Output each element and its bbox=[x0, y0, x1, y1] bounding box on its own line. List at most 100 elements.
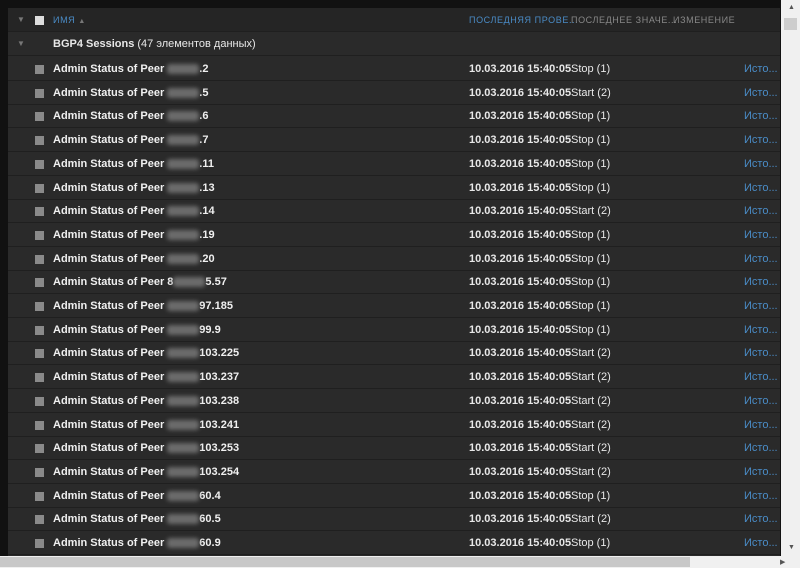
horizontal-scrollbar[interactable]: ▶ bbox=[0, 556, 800, 568]
row-checkbox[interactable] bbox=[35, 112, 44, 122]
row-history-link[interactable]: Исто... bbox=[744, 484, 778, 508]
row-history-link[interactable]: Исто... bbox=[744, 531, 778, 555]
row-history-link[interactable]: Исто... bbox=[744, 507, 778, 531]
row-history-link[interactable]: Исто... bbox=[744, 365, 778, 389]
row-name[interactable]: Admin Status of Peer .5 bbox=[53, 81, 208, 105]
row-name[interactable]: Admin Status of Peer 103.225 bbox=[53, 341, 239, 365]
column-last-check[interactable]: ПОСЛЕДНЯЯ ПРОВЕ... bbox=[469, 8, 578, 32]
table-row[interactable]: Admin Status of Peer .6 10.03.2016 15:40… bbox=[8, 104, 780, 129]
row-name[interactable]: Admin Status of Peer .7 bbox=[53, 128, 208, 152]
table-row[interactable]: Admin Status of Peer .11 10.03.2016 15:4… bbox=[8, 152, 780, 176]
table-row[interactable]: Admin Status of Peer .2 10.03.2016 15:40… bbox=[8, 57, 780, 81]
horizontal-scroll-thumb[interactable] bbox=[0, 557, 690, 567]
row-last-value: Stop (1) bbox=[571, 228, 611, 241]
row-checkbox[interactable] bbox=[35, 515, 44, 525]
row-history-link[interactable]: Исто... bbox=[744, 104, 778, 128]
group-row[interactable]: ▼ BGP4 Sessions (47 элементов данных) bbox=[8, 32, 780, 56]
vertical-scroll-thumb[interactable] bbox=[784, 18, 797, 30]
scroll-right-icon[interactable]: ▶ bbox=[780, 558, 785, 566]
row-name[interactable]: Admin Status of Peer .14 bbox=[53, 199, 215, 223]
table-row[interactable]: Admin Status of Peer 103.254 10.03.2016 … bbox=[8, 460, 780, 484]
table-row[interactable]: Admin Status of Peer 99.9 10.03.2016 15:… bbox=[8, 318, 780, 342]
table-row[interactable]: Admin Status of Peer 103.253 10.03.2016 … bbox=[8, 436, 780, 461]
row-history-link[interactable]: Исто... bbox=[744, 270, 778, 294]
row-history-link[interactable]: Исто... bbox=[744, 460, 778, 484]
row-name[interactable]: Admin Status of Peer 60.5 bbox=[53, 507, 221, 531]
row-name[interactable]: Admin Status of Peer 103.237 bbox=[53, 365, 239, 389]
row-name[interactable]: Admin Status of Peer 8 5.57 bbox=[53, 270, 227, 294]
row-checkbox[interactable] bbox=[35, 396, 44, 406]
row-name[interactable]: Admin Status of Peer .11 bbox=[53, 152, 214, 176]
table-row[interactable]: Admin Status of Peer .14 10.03.2016 15:4… bbox=[8, 199, 780, 224]
row-name[interactable]: Admin Status of Peer 60.4 bbox=[53, 484, 221, 508]
row-history-link[interactable]: Исто... bbox=[744, 81, 778, 105]
table-row[interactable]: Admin Status of Peer 103.237 10.03.2016 … bbox=[8, 365, 780, 390]
row-history-link[interactable]: Исто... bbox=[744, 247, 778, 271]
row-name[interactable]: Admin Status of Peer 103.241 bbox=[53, 413, 239, 437]
row-history-link[interactable]: Исто... bbox=[744, 199, 778, 223]
table-row[interactable]: Admin Status of Peer .20 10.03.2016 15:4… bbox=[8, 247, 780, 271]
table-row[interactable]: Admin Status of Peer 60.4 10.03.2016 15:… bbox=[8, 484, 780, 508]
row-checkbox[interactable] bbox=[35, 325, 44, 335]
row-history-link[interactable]: Исто... bbox=[744, 318, 778, 342]
row-name[interactable]: Admin Status of Peer 103.253 bbox=[53, 436, 239, 460]
row-name[interactable]: Admin Status of Peer 97.185 bbox=[53, 294, 233, 318]
table-row[interactable]: Admin Status of Peer 97.185 10.03.2016 1… bbox=[8, 294, 780, 318]
row-checkbox[interactable] bbox=[35, 230, 44, 240]
row-name[interactable]: Admin Status of Peer 60.9 bbox=[53, 531, 221, 555]
row-name[interactable]: Admin Status of Peer 103.254 bbox=[53, 460, 239, 484]
row-checkbox[interactable] bbox=[35, 373, 44, 383]
row-history-link[interactable]: Исто... bbox=[744, 223, 778, 247]
table-row[interactable]: Admin Status of Peer 8 5.57 10.03.2016 15… bbox=[8, 270, 780, 295]
table-row[interactable]: Admin Status of Peer .5 10.03.2016 15:40… bbox=[8, 81, 780, 105]
group-collapse-icon[interactable]: ▼ bbox=[17, 32, 25, 56]
row-history-link[interactable]: Исто... bbox=[744, 436, 778, 460]
select-all-checkbox[interactable] bbox=[35, 16, 44, 25]
table-row[interactable]: Admin Status of Peer .7 10.03.2016 15:40… bbox=[8, 128, 780, 153]
table-row[interactable]: Admin Status of Peer 103.238 10.03.2016 … bbox=[8, 389, 780, 413]
table-row[interactable]: Admin Status of Peer 103.241 10.03.2016 … bbox=[8, 413, 780, 437]
scroll-up-icon[interactable]: ▲ bbox=[788, 4, 795, 11]
row-checkbox[interactable] bbox=[35, 254, 44, 264]
table-row[interactable]: Admin Status of Peer .13 10.03.2016 15:4… bbox=[8, 176, 780, 200]
row-checkbox[interactable] bbox=[35, 88, 44, 98]
row-checkbox[interactable] bbox=[35, 278, 44, 288]
row-checkbox[interactable] bbox=[35, 159, 44, 169]
row-history-link[interactable]: Исто... bbox=[744, 341, 778, 365]
row-checkbox[interactable] bbox=[35, 349, 44, 359]
table-row[interactable]: Admin Status of Peer .19 10.03.2016 15:4… bbox=[8, 223, 780, 247]
column-last-value[interactable]: ПОСЛЕДНЕЕ ЗНАЧЕ... bbox=[571, 8, 677, 32]
scroll-down-icon[interactable]: ▼ bbox=[788, 544, 795, 551]
row-history-link[interactable]: Исто... bbox=[744, 128, 778, 152]
vertical-scrollbar[interactable]: ▲ ▼ bbox=[781, 0, 800, 556]
table-row[interactable]: Admin Status of Peer 103.225 10.03.2016 … bbox=[8, 341, 780, 366]
row-name[interactable]: Admin Status of Peer 99.9 bbox=[53, 318, 221, 342]
row-history-link[interactable]: Исто... bbox=[744, 152, 778, 176]
row-history-link[interactable]: Исто... bbox=[744, 389, 778, 413]
column-name[interactable]: ИМЯ ▲ bbox=[53, 8, 86, 34]
row-checkbox[interactable] bbox=[35, 302, 44, 311]
row-history-link[interactable]: Исто... bbox=[744, 57, 778, 81]
row-name[interactable]: Admin Status of Peer .6 bbox=[53, 104, 208, 128]
row-name[interactable]: Admin Status of Peer 103.238 bbox=[53, 389, 239, 413]
row-name[interactable]: Admin Status of Peer .19 bbox=[53, 223, 215, 247]
row-checkbox[interactable] bbox=[35, 467, 44, 477]
collapse-all-icon[interactable]: ▼ bbox=[17, 8, 25, 32]
row-history-link[interactable]: Исто... bbox=[744, 413, 778, 437]
row-name[interactable]: Admin Status of Peer .2 bbox=[53, 57, 208, 81]
row-checkbox[interactable] bbox=[35, 539, 44, 548]
row-checkbox[interactable] bbox=[35, 207, 44, 217]
row-history-link[interactable]: Исто... bbox=[744, 294, 778, 318]
row-checkbox[interactable] bbox=[35, 65, 44, 74]
table-row[interactable]: Admin Status of Peer 60.9 10.03.2016 15:… bbox=[8, 531, 780, 555]
row-name[interactable]: Admin Status of Peer .20 bbox=[53, 247, 215, 271]
row-checkbox[interactable] bbox=[35, 183, 44, 193]
column-change[interactable]: ИЗМЕНЕНИЕ bbox=[673, 8, 735, 32]
table-row[interactable]: Admin Status of Peer 60.5 10.03.2016 15:… bbox=[8, 507, 780, 532]
row-checkbox[interactable] bbox=[35, 136, 44, 146]
row-checkbox[interactable] bbox=[35, 491, 44, 501]
row-history-link[interactable]: Исто... bbox=[744, 176, 778, 200]
row-checkbox[interactable] bbox=[35, 444, 44, 454]
row-checkbox[interactable] bbox=[35, 420, 44, 430]
row-name[interactable]: Admin Status of Peer .13 bbox=[53, 176, 215, 200]
